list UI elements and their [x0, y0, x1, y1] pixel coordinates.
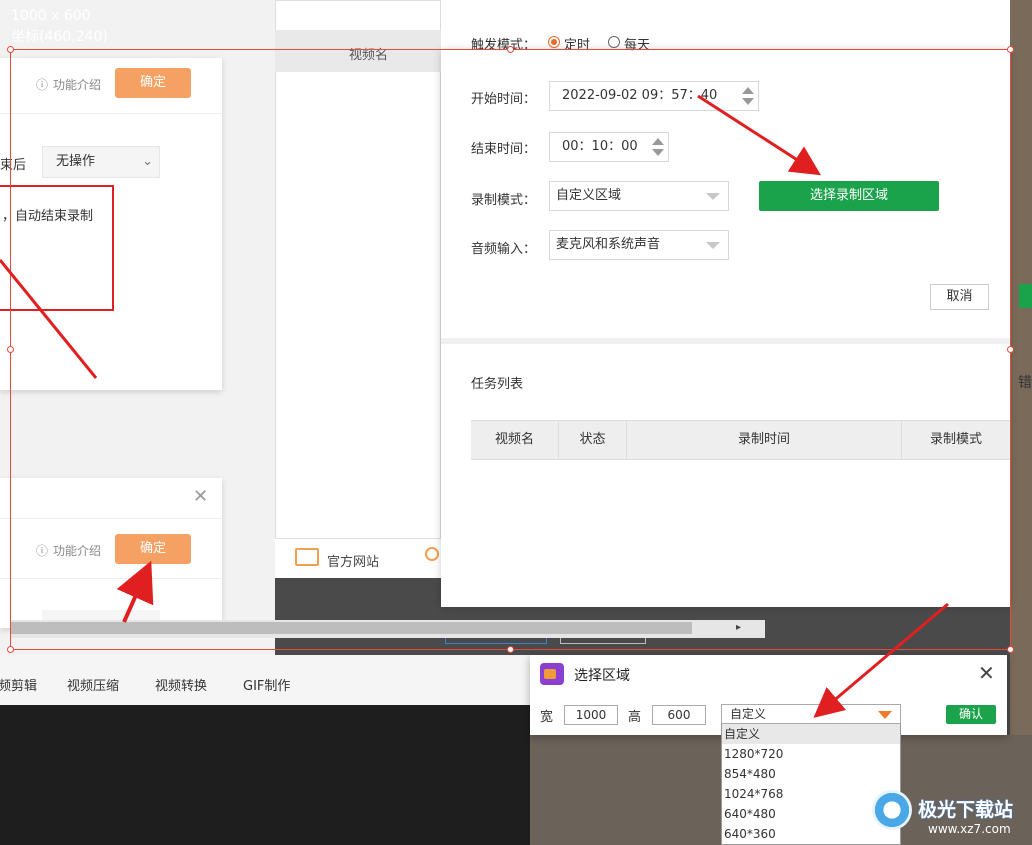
annotation-arrows: [0, 94, 949, 718]
arrow-to-region-button: [697, 94, 822, 176]
arrow-to-preset-select: [813, 602, 949, 718]
arrow-decoration: [0, 259, 98, 379]
arrow-to-confirm: [116, 560, 154, 623]
